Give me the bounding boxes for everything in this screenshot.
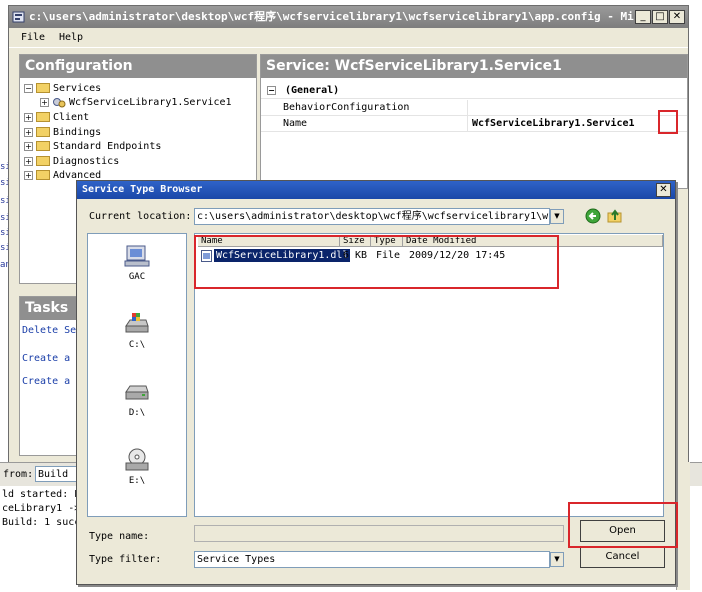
background-text: si: [0, 178, 8, 188]
type-filter-label: Type filter:: [89, 554, 162, 565]
task-delete-service[interactable]: Delete Se: [22, 325, 76, 336]
folder-icon: [36, 112, 50, 122]
places-bar: GAC C:\ D:\ E:\: [87, 233, 187, 517]
tree-item-label: Bindings: [53, 127, 102, 138]
property-group-general[interactable]: − (General): [261, 83, 687, 99]
expand-icon[interactable]: +: [24, 141, 33, 151]
drive-c-icon: [125, 313, 149, 333]
type-name-input[interactable]: [194, 525, 564, 542]
background-text: si: [0, 243, 8, 253]
output-source-select[interactable]: Build: [35, 466, 77, 482]
collapse-icon[interactable]: −: [267, 86, 276, 95]
tree-item-label: Services: [53, 83, 102, 94]
place-drive-e[interactable]: E:\: [88, 448, 186, 486]
tree-item-standard-endpoints[interactable]: + Standard Endpoints: [24, 140, 161, 154]
folder-icon: [36, 170, 50, 180]
place-drive-d[interactable]: D:\: [88, 380, 186, 418]
dialog-close-button[interactable]: ✕: [656, 183, 671, 197]
background-text: si: [0, 228, 8, 238]
background-text: si: [0, 213, 8, 223]
place-gac[interactable]: GAC: [88, 244, 186, 282]
window-title-bar[interactable]: c:\users\administrator\desktop\wcf程序\wcf…: [9, 6, 688, 28]
close-button[interactable]: ✕: [669, 10, 685, 24]
tree-item-label: Standard Endpoints: [53, 141, 162, 152]
folder-icon: [36, 156, 50, 166]
service-header: Service: WcfServiceLibrary1.Service1: [261, 55, 687, 78]
place-drive-c[interactable]: C:\: [88, 312, 186, 350]
back-arrow-icon[interactable]: [585, 208, 601, 224]
tree-item-services[interactable]: − Services: [24, 82, 101, 96]
type-name-label: Type name:: [89, 531, 150, 542]
tree-item-label: Client: [53, 112, 90, 123]
task-create-behavior[interactable]: Create a: [22, 376, 70, 387]
collapse-icon[interactable]: −: [24, 83, 33, 93]
place-label: C:\: [128, 340, 146, 350]
property-name: Name: [283, 118, 308, 129]
app-icon: [12, 11, 25, 23]
tree-item-client[interactable]: + Client: [24, 111, 89, 125]
chevron-down-icon[interactable]: ▼: [550, 552, 564, 567]
tree-item-bindings[interactable]: + Bindings: [24, 126, 101, 140]
dialog-title-bar[interactable]: Service Type Browser: [77, 181, 675, 199]
menu-help[interactable]: Help: [59, 32, 83, 43]
place-label: D:\: [128, 408, 146, 418]
current-location-select[interactable]: c:\users\administrator\desktop\wcf程序\wcf…: [194, 208, 550, 225]
output-pane: ld started: Pr ceLibrary1 -> Build: 1 su…: [0, 486, 87, 592]
highlight-box-open-button: [568, 502, 678, 548]
folder-icon: [36, 127, 50, 137]
expand-icon[interactable]: +: [24, 127, 33, 137]
output-line: ld started: Pr: [2, 489, 87, 500]
output-line: ceLibrary1 ->: [2, 503, 81, 514]
folder-icon: [36, 83, 50, 93]
expand-icon[interactable]: +: [24, 156, 33, 166]
property-row-behavior[interactable]: BehaviorConfiguration: [261, 100, 687, 116]
tree-item-label: WcfServiceLibrary1.Service1: [69, 97, 232, 108]
background-text: si: [0, 196, 8, 206]
output-from-label: from:: [3, 469, 34, 480]
place-label: GAC: [128, 272, 146, 282]
window-title: c:\users\administrator\desktop\wcf程序\wcf…: [29, 10, 639, 23]
highlight-box-file-list: [194, 235, 559, 289]
configuration-header: Configuration: [20, 55, 256, 78]
gac-icon: [124, 245, 150, 267]
background-text: si: [0, 162, 8, 172]
expand-icon[interactable]: +: [40, 97, 49, 107]
output-line: Build: 1 succ: [2, 517, 81, 528]
service-panel: Service: WcfServiceLibrary1.Service1 − (…: [260, 54, 688, 189]
cancel-button[interactable]: Cancel: [580, 546, 665, 568]
drive-d-icon: [125, 385, 149, 400]
expand-icon[interactable]: +: [24, 170, 33, 180]
property-group-label: (General): [285, 85, 340, 96]
background-text: an: [0, 260, 8, 270]
task-create-endpoint[interactable]: Create a: [22, 353, 70, 364]
tree-item-diagnostics[interactable]: + Diagnostics: [24, 155, 119, 169]
tree-item-service1[interactable]: + WcfServiceLibrary1.Service1: [40, 96, 232, 110]
property-value[interactable]: WcfServiceLibrary1.Service1: [472, 116, 635, 132]
expand-icon[interactable]: +: [24, 112, 33, 122]
minimize-button[interactable]: _: [635, 10, 651, 24]
property-name: BehaviorConfiguration: [283, 102, 410, 113]
property-divider: [467, 116, 468, 132]
highlight-box-name-value: [658, 110, 678, 134]
output-scrollbar[interactable]: [676, 462, 690, 590]
maximize-button[interactable]: □: [652, 10, 668, 24]
service-gear-icon: [53, 97, 66, 107]
up-folder-icon[interactable]: [607, 208, 623, 224]
dvd-drive-icon: [125, 448, 149, 471]
tree-item-label: Diagnostics: [53, 156, 120, 167]
type-filter-select[interactable]: Service Types: [194, 551, 550, 568]
folder-icon: [36, 141, 50, 151]
chevron-down-icon[interactable]: ▼: [550, 209, 564, 224]
property-row-name[interactable]: Name WcfServiceLibrary1.Service1: [261, 116, 687, 132]
menu-bar: File Help: [9, 28, 688, 48]
menu-file[interactable]: File: [21, 32, 45, 43]
property-divider: [467, 100, 468, 116]
current-location-label: Current location:: [89, 211, 192, 222]
place-label: E:\: [128, 476, 146, 486]
